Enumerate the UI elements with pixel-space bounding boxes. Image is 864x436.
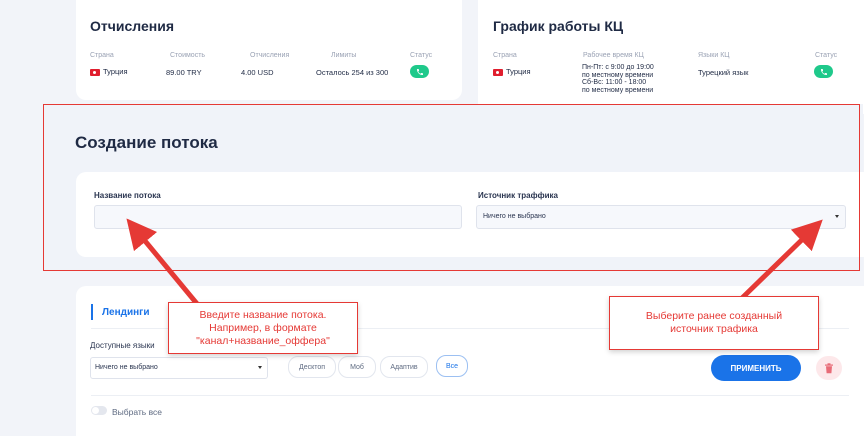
sched-header-status: Статус (815, 52, 838, 59)
select-all-label: Выбрать все (112, 407, 162, 417)
header-status: Статус (410, 52, 433, 59)
langs-label: Доступные языки (90, 341, 155, 350)
cost-value: 89.00 TRY (166, 68, 202, 77)
limits-value: Осталось 254 из 300 (316, 68, 389, 77)
callout-stream-name: Введите название потока. Например, в фор… (168, 302, 358, 354)
langs-value: Ничего не выбрано (95, 364, 158, 371)
deductions-title: Отчисления (90, 18, 174, 34)
delete-button[interactable] (816, 356, 842, 380)
status-phone-button[interactable] (410, 65, 429, 78)
turkey-flag-icon (90, 68, 100, 76)
work-time-line: по местному времени (582, 86, 654, 94)
country-value: Турция (103, 67, 128, 76)
apply-button[interactable]: ПРИМЕНИТЬ (711, 355, 801, 381)
sched-header-langs: Языки КЦ (698, 52, 730, 59)
work-time: Пн-Пт: с 9:00 до 19:00 по местному време… (582, 64, 654, 94)
language-value: Турецкий язык (698, 68, 749, 77)
toggle-knob (92, 407, 99, 414)
divider (91, 395, 849, 396)
header-limits: Лимиты (331, 52, 357, 59)
work-time-line: Сб-Вс: 11:00 - 18:00 (582, 79, 647, 87)
phone-icon (416, 68, 423, 75)
filter-adaptive[interactable]: Адаптив (380, 356, 428, 378)
filter-all[interactable]: Все (436, 355, 468, 377)
header-country: Страна (90, 52, 114, 59)
select-all-toggle[interactable] (91, 406, 107, 415)
sched-status-phone-button[interactable] (814, 65, 833, 78)
langs-select[interactable]: Ничего не выбрано (90, 357, 268, 379)
filter-mobile[interactable]: Моб (338, 356, 376, 378)
turkey-flag-icon (493, 68, 503, 76)
schedule-card: График работы КЦ Страна Рабочее время КЦ… (478, 0, 864, 114)
highlight-frame (43, 104, 860, 271)
phone-icon (820, 68, 827, 75)
header-cost: Стоимость (170, 52, 206, 59)
landings-tab-indicator (91, 304, 93, 320)
schedule-title: График работы КЦ (493, 18, 624, 34)
trash-icon (825, 362, 833, 373)
sched-header-time: Рабочее время КЦ (583, 52, 644, 59)
deduction-value: 4.00 USD (241, 68, 274, 77)
landings-tab[interactable]: Лендинги (102, 307, 149, 318)
chevron-down-icon (258, 366, 262, 369)
country-cell: Турция (90, 67, 128, 76)
deductions-card: Отчисления Страна Стоимость Отчисления Л… (76, 0, 462, 100)
filter-desktop[interactable]: Десктоп (288, 356, 336, 378)
work-time-line: Пн-Пт: с 9:00 до 19:00 (582, 64, 654, 71)
header-deduction: Отчисления (250, 52, 290, 59)
sched-header-country: Страна (493, 52, 517, 59)
callout-traffic-source: Выберите ранее созданный источник трафик… (609, 296, 819, 350)
sched-country-value: Турция (506, 67, 531, 76)
sched-country-cell: Турция (493, 67, 531, 76)
